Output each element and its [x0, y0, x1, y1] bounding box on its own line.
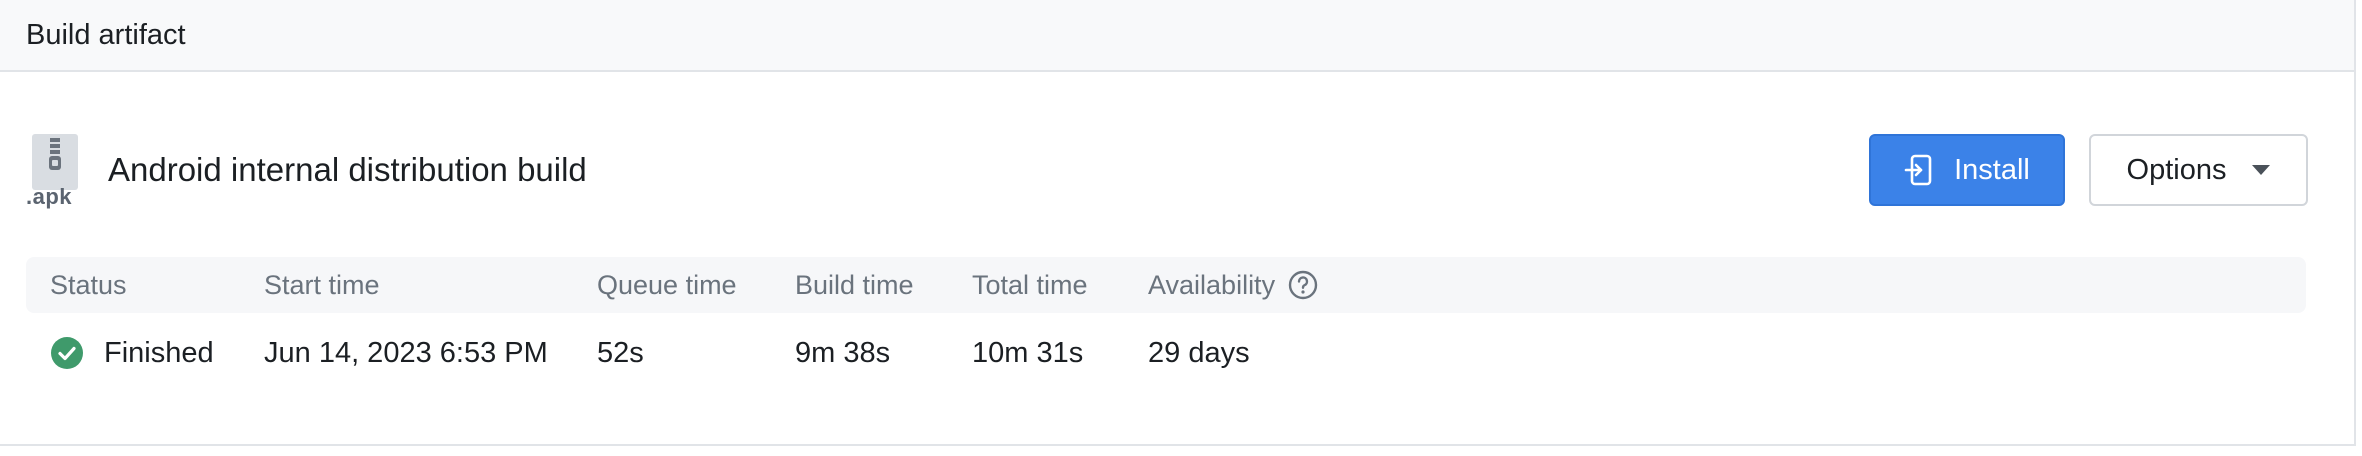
install-button[interactable]: Install	[1869, 134, 2065, 206]
artifact-row: .apk Android internal distribution build…	[26, 134, 2308, 209]
chevron-down-icon	[2252, 165, 2271, 175]
build-time-cell: 9m 38s	[795, 336, 891, 369]
build-details-table: Status Start time Queue time Build time …	[26, 257, 2306, 393]
table-row: Finished Jun 14, 2023 6:53 PM 52s 9m 38s…	[26, 313, 2306, 393]
file-extension: .apk	[26, 184, 73, 209]
help-circle-icon[interactable]	[1287, 269, 1319, 301]
check-circle-icon	[50, 336, 84, 370]
status-text: Finished	[104, 336, 214, 369]
column-header-start-time: Start time	[264, 269, 380, 300]
install-label: Install	[1954, 153, 2030, 186]
options-label: Options	[2126, 153, 2227, 186]
table-header: Status Start time Queue time Build time …	[26, 257, 2306, 313]
column-header-build-time: Build time	[795, 269, 914, 300]
artifact-title: Android internal distribution build	[108, 151, 587, 188]
card-title: Build artifact	[26, 18, 186, 51]
start-time-cell: Jun 14, 2023 6:53 PM	[264, 336, 548, 369]
column-header-total-time: Total time	[972, 269, 1088, 300]
install-arrow-icon	[1904, 154, 1932, 186]
card-header: Build artifact	[0, 0, 2354, 72]
zip-file-icon: .apk	[26, 134, 82, 209]
availability-label: Availability	[1148, 269, 1276, 300]
column-header-status: Status	[50, 269, 127, 300]
status-cell: Finished	[50, 313, 214, 393]
build-artifact-card: Build artifact .apk Android internal dis…	[0, 0, 2356, 446]
column-header-availability: Availability	[1148, 257, 1319, 313]
queue-time-cell: 52s	[597, 336, 644, 369]
column-header-queue-time: Queue time	[597, 269, 737, 300]
total-time-cell: 10m 31s	[972, 336, 1084, 369]
options-dropdown-button[interactable]: Options	[2089, 134, 2308, 206]
availability-cell: 29 days	[1148, 336, 1250, 369]
